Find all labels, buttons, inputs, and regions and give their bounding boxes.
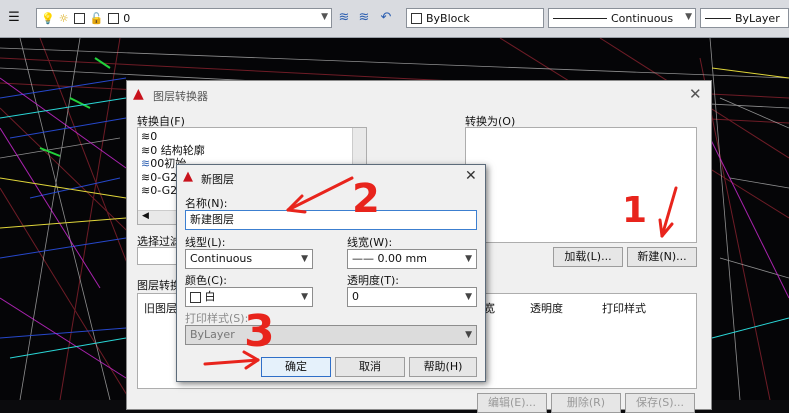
annotation-step-1: 1 bbox=[622, 190, 648, 231]
annotation-step-3: 3 bbox=[244, 306, 275, 357]
annotation-step-2: 2 bbox=[352, 176, 380, 222]
annotation-arrows bbox=[203, 176, 678, 370]
